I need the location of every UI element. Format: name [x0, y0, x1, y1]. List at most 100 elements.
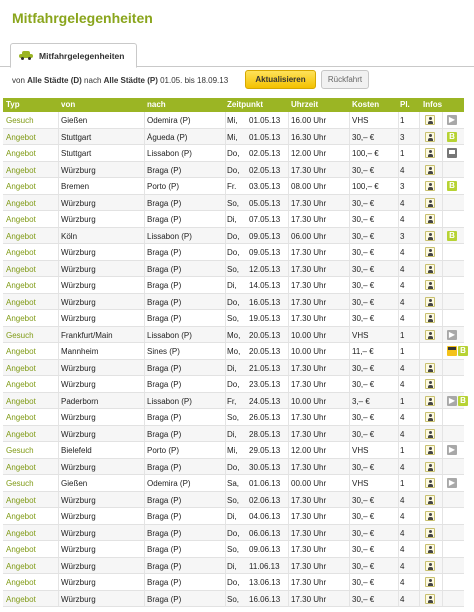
- cell-typ[interactable]: Angebot: [6, 529, 56, 538]
- table-row[interactable]: Angebot Paderborn Lissabon (P) Fr, 24.05.13 1…: [3, 392, 468, 409]
- cell-typ[interactable]: Angebot: [6, 199, 56, 208]
- table-row[interactable]: Angebot Würzburg Braga (P) Di, 07.05.13 17.30…: [3, 211, 464, 228]
- person-icon[interactable]: [425, 148, 435, 158]
- cell-von[interactable]: Gießen: [61, 479, 143, 488]
- cell-von[interactable]: Stuttgart: [61, 133, 143, 142]
- cell-typ[interactable]: Angebot: [6, 364, 56, 373]
- cell-typ[interactable]: Gesuch: [6, 331, 56, 340]
- cell-von[interactable]: Würzburg: [61, 413, 143, 422]
- tab-mitfahrgelegenheiten[interactable]: Mitfahrgelegenheiten: [10, 43, 137, 68]
- header-nach[interactable]: nach: [147, 100, 166, 109]
- cell-nach[interactable]: Braga (P): [147, 199, 225, 208]
- cell-nach[interactable]: Lissabon (P): [147, 397, 225, 406]
- cell-nach[interactable]: Braga (P): [147, 430, 225, 439]
- person-icon[interactable]: [425, 329, 435, 340]
- cell-typ[interactable]: Angebot: [6, 496, 56, 505]
- person-icon[interactable]: [425, 230, 435, 241]
- cell-nach[interactable]: Braga (P): [147, 314, 225, 323]
- cell-typ[interactable]: Angebot: [6, 166, 56, 175]
- cell-typ[interactable]: Angebot: [6, 413, 56, 422]
- table-row[interactable]: Angebot Würzburg Braga (P) So, 02.06.13 17.30…: [3, 491, 464, 508]
- header-zeitpunkt[interactable]: Zeitpunkt: [227, 100, 263, 109]
- table-row[interactable]: Angebot Stuttgart Águeda (P) Mi, 01.05.13 16.…: [3, 128, 464, 145]
- person-icon[interactable]: [425, 395, 435, 406]
- cell-nach[interactable]: Braga (P): [147, 578, 225, 587]
- person-icon[interactable]: [425, 263, 435, 274]
- cell-von[interactable]: Würzburg: [61, 512, 143, 521]
- cell-nach[interactable]: Odemira (P): [147, 479, 225, 488]
- person-icon[interactable]: [425, 362, 435, 373]
- cell-nach[interactable]: Braga (P): [147, 248, 225, 257]
- cell-von[interactable]: Würzburg: [61, 595, 143, 604]
- person-icon[interactable]: [425, 428, 435, 439]
- cell-nach[interactable]: Lissabon (P): [147, 331, 225, 340]
- person-icon[interactable]: [425, 197, 435, 208]
- person-icon[interactable]: [425, 544, 435, 554]
- cell-nach[interactable]: Braga (P): [147, 166, 225, 175]
- cell-von[interactable]: Würzburg: [61, 298, 143, 307]
- cell-typ[interactable]: Angebot: [6, 463, 56, 472]
- cell-nach[interactable]: Braga (P): [147, 265, 225, 274]
- cell-von[interactable]: Würzburg: [61, 562, 143, 571]
- table-row[interactable]: Angebot Würzburg Braga (P) So, 09.06.13 17.30…: [3, 541, 464, 558]
- cell-typ[interactable]: Angebot: [6, 215, 56, 224]
- cell-typ[interactable]: Angebot: [6, 265, 56, 274]
- table-row[interactable]: Angebot Würzburg Braga (P) Di, 14.05.13 17.30…: [3, 277, 464, 294]
- cell-nach[interactable]: Sines (P): [147, 347, 225, 356]
- cell-von[interactable]: Würzburg: [61, 281, 143, 290]
- table-row[interactable]: Angebot Würzburg Braga (P) So, 19.05.13 17.30…: [3, 310, 464, 327]
- table-row[interactable]: Angebot Würzburg Braga (P) So, 12.05.13 17.30…: [3, 260, 464, 277]
- cell-typ[interactable]: Gesuch: [6, 116, 56, 125]
- table-row[interactable]: Angebot Würzburg Braga (P) So, 05.05.13 17.30…: [3, 194, 464, 211]
- person-icon[interactable]: [425, 478, 435, 488]
- cell-von[interactable]: Würzburg: [61, 545, 143, 554]
- table-row[interactable]: Gesuch Frankfurt/Main Lissabon (P) Mo, 20.05…: [3, 326, 464, 343]
- header-uhrzeit[interactable]: Uhrzeit: [291, 100, 318, 109]
- cell-typ[interactable]: Gesuch: [6, 446, 56, 455]
- person-icon[interactable]: [425, 115, 435, 125]
- cell-nach[interactable]: Braga (P): [147, 496, 225, 505]
- table-row[interactable]: Angebot Würzburg Braga (P) Di, 28.05.13 17.30…: [3, 425, 464, 442]
- person-icon[interactable]: [425, 560, 435, 571]
- cell-nach[interactable]: Braga (P): [147, 529, 225, 538]
- header-von[interactable]: von: [61, 100, 75, 109]
- table-row[interactable]: Angebot Würzburg Braga (P) Di, 04.06.13 17.30…: [3, 508, 464, 525]
- table-row[interactable]: Angebot Mannheim Sines (P) Mo, 20.05.13 10.00…: [3, 343, 468, 360]
- cell-von[interactable]: Paderborn: [61, 397, 143, 406]
- cell-von[interactable]: Bielefeld: [61, 446, 143, 455]
- table-row[interactable]: Angebot Köln Lissabon (P) Do, 09.05.13 06.00 …: [3, 227, 464, 244]
- table-row[interactable]: Angebot Würzburg Braga (P) Do, 02.05.13 17.30…: [3, 161, 464, 178]
- cell-typ[interactable]: Angebot: [6, 347, 56, 356]
- table-row[interactable]: Gesuch Gießen Odemira (P) Sa, 01.06.13 00.00 …: [3, 475, 464, 492]
- cell-typ[interactable]: Angebot: [6, 562, 56, 571]
- person-icon[interactable]: [425, 511, 435, 521]
- cell-nach[interactable]: Águeda (P): [147, 133, 225, 142]
- filter-from[interactable]: Alle Städte (D): [27, 76, 82, 85]
- cell-typ[interactable]: Angebot: [6, 397, 56, 406]
- cell-von[interactable]: Würzburg: [61, 529, 143, 538]
- cell-typ[interactable]: Angebot: [6, 248, 56, 257]
- cell-nach[interactable]: Braga (P): [147, 413, 225, 422]
- cell-von[interactable]: Frankfurt/Main: [61, 331, 143, 340]
- cell-nach[interactable]: Braga (P): [147, 595, 225, 604]
- cell-nach[interactable]: Braga (P): [147, 463, 225, 472]
- person-icon[interactable]: [425, 494, 435, 505]
- cell-nach[interactable]: Braga (P): [147, 512, 225, 521]
- cell-von[interactable]: Würzburg: [61, 314, 143, 323]
- person-icon[interactable]: [425, 593, 435, 604]
- header-typ[interactable]: Typ: [6, 100, 20, 109]
- cell-von[interactable]: Würzburg: [61, 463, 143, 472]
- cell-nach[interactable]: Braga (P): [147, 562, 225, 571]
- table-row[interactable]: Angebot Würzburg Braga (P) So, 16.06.13 17.30…: [3, 590, 464, 607]
- person-icon[interactable]: [425, 181, 435, 191]
- table-row[interactable]: Angebot Würzburg Braga (P) Do, 09.05.13 17.30…: [3, 244, 464, 261]
- return-trip-button[interactable]: Rückfahrt: [321, 70, 369, 89]
- update-button[interactable]: Aktualisieren: [245, 70, 316, 89]
- table-row[interactable]: Angebot Würzburg Braga (P) Do, 13.06.13 17.30…: [3, 574, 464, 591]
- person-icon[interactable]: [425, 412, 435, 422]
- cell-typ[interactable]: Angebot: [6, 314, 56, 323]
- cell-von[interactable]: Köln: [61, 232, 143, 241]
- person-icon[interactable]: [425, 461, 435, 472]
- cell-typ[interactable]: Angebot: [6, 133, 56, 142]
- cell-von[interactable]: Würzburg: [61, 166, 143, 175]
